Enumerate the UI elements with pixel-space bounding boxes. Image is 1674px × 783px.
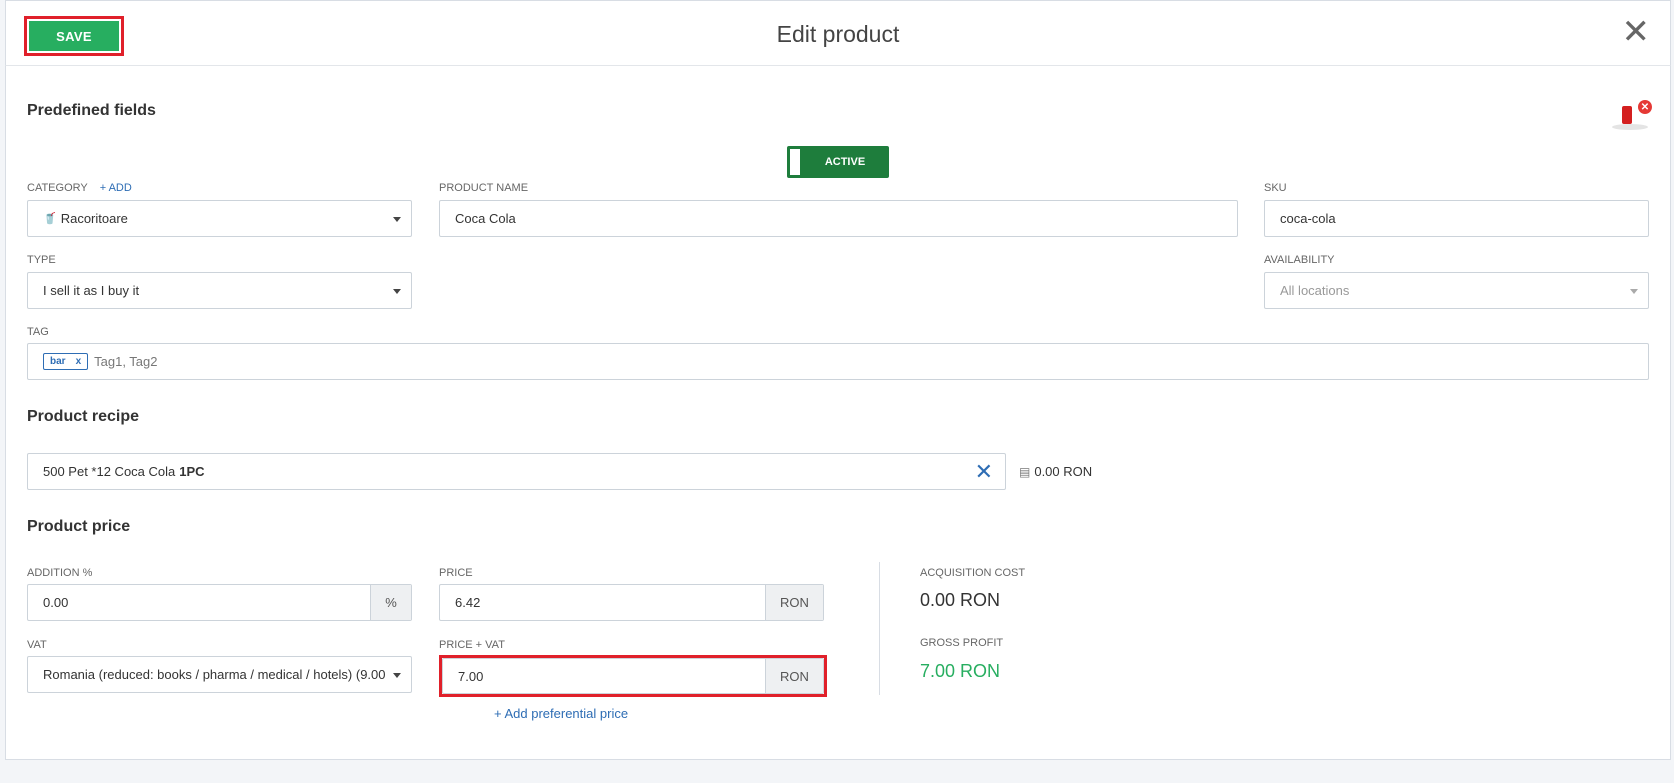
remove-image-icon[interactable]: ✕ (1638, 100, 1652, 114)
page-title: Edit product (776, 21, 900, 47)
vat-select[interactable]: Romania (reduced: books / pharma / medic… (27, 656, 412, 693)
category-select[interactable]: 🥤 Racoritoare (27, 200, 412, 237)
toggle-label: ACTIVE (824, 156, 866, 168)
active-toggle[interactable]: ACTIVE (787, 146, 889, 178)
recipe-cost: ▤ 0.00 RON (1019, 464, 1092, 479)
category-label: CATEGORY (27, 182, 88, 194)
availability-placeholder: All locations (1280, 283, 1350, 298)
product-name-input[interactable]: Coca Cola (439, 200, 1238, 237)
section-title-recipe: Product recipe (27, 408, 140, 425)
vat-value: Romania (reduced: books / pharma / medic… (43, 667, 386, 682)
price-vat-highlight (439, 655, 827, 697)
recipe-item-text: 500 Pet *12 Coca Cola (43, 464, 176, 479)
section-title-predefined: Predefined fields (27, 102, 156, 119)
price-vat-label: PRICE + VAT (439, 639, 505, 651)
type-label: TYPE (27, 254, 56, 266)
product-name-value: Coca Cola (455, 211, 516, 226)
modal-header: SAVE Edit product ✕ (5, 0, 1671, 66)
addition-label: ADDITION % (27, 567, 93, 579)
acquisition-value: 0.00 RON (920, 590, 1001, 610)
recipe-item-qty: 1PC (179, 464, 205, 479)
category-label-row: CATEGORY + ADD (27, 182, 132, 194)
type-value: I sell it as I buy it (43, 283, 140, 298)
close-icon[interactable]: ✕ (1622, 15, 1651, 49)
availability-select[interactable]: All locations (1264, 272, 1649, 309)
tag-chip-label: bar (50, 356, 66, 367)
section-title-price: Product price (27, 518, 131, 535)
chevron-down-icon (1630, 289, 1638, 294)
price-divider (879, 562, 880, 695)
acquisition-label: ACQUISITION COST (920, 567, 1026, 579)
tag-placeholder: Tag1, Tag2 (94, 354, 158, 369)
sku-input[interactable]: coca-cola (1264, 200, 1649, 237)
availability-label: AVAILABILITY (1264, 254, 1335, 266)
tag-remove-icon[interactable]: x (76, 356, 82, 367)
toggle-knob (790, 149, 800, 175)
addition-value: 0.00 (43, 595, 69, 610)
category-value: Racoritoare (60, 211, 128, 226)
coca-cola-can-icon (1622, 106, 1632, 124)
price-value: 6.42 (455, 595, 481, 610)
tag-chip: bar x (43, 353, 89, 370)
tag-input[interactable]: bar x Tag1, Tag2 (27, 343, 1649, 380)
gross-profit-label: GROSS PROFIT (920, 637, 1004, 649)
image-shadow (1612, 124, 1648, 130)
price-unit: RON (765, 585, 823, 620)
type-select[interactable]: I sell it as I buy it (27, 272, 412, 309)
sku-label: SKU (1264, 182, 1287, 194)
product-name-label: PRODUCT NAME (439, 182, 529, 194)
recipe-cost-value: 0.00 RON (1034, 464, 1093, 479)
chevron-down-icon (393, 673, 401, 678)
gross-profit-value: 7.00 RON (920, 661, 1001, 681)
sku-value: coca-cola (1280, 211, 1336, 226)
add-preferential-price-link[interactable]: + Add preferential price (494, 706, 628, 721)
addition-input[interactable]: 0.00 % (27, 584, 412, 621)
add-category-link[interactable]: + ADD (100, 182, 132, 194)
price-label: PRICE (439, 567, 473, 579)
chevron-down-icon (393, 217, 401, 222)
vat-label: VAT (27, 639, 47, 651)
price-input[interactable]: 6.42 RON (439, 584, 824, 621)
addition-unit: % (370, 585, 411, 620)
drink-icon: 🥤 (43, 213, 57, 225)
product-image: ✕ (1610, 100, 1652, 132)
chevron-down-icon (393, 289, 401, 294)
remove-recipe-icon[interactable]: ✕ (975, 461, 993, 483)
tag-label: TAG (27, 326, 49, 338)
recipe-item[interactable]: 500 Pet *12 Coca Cola 1PC ✕ (27, 453, 1006, 490)
cost-icon: ▤ (1019, 464, 1031, 479)
